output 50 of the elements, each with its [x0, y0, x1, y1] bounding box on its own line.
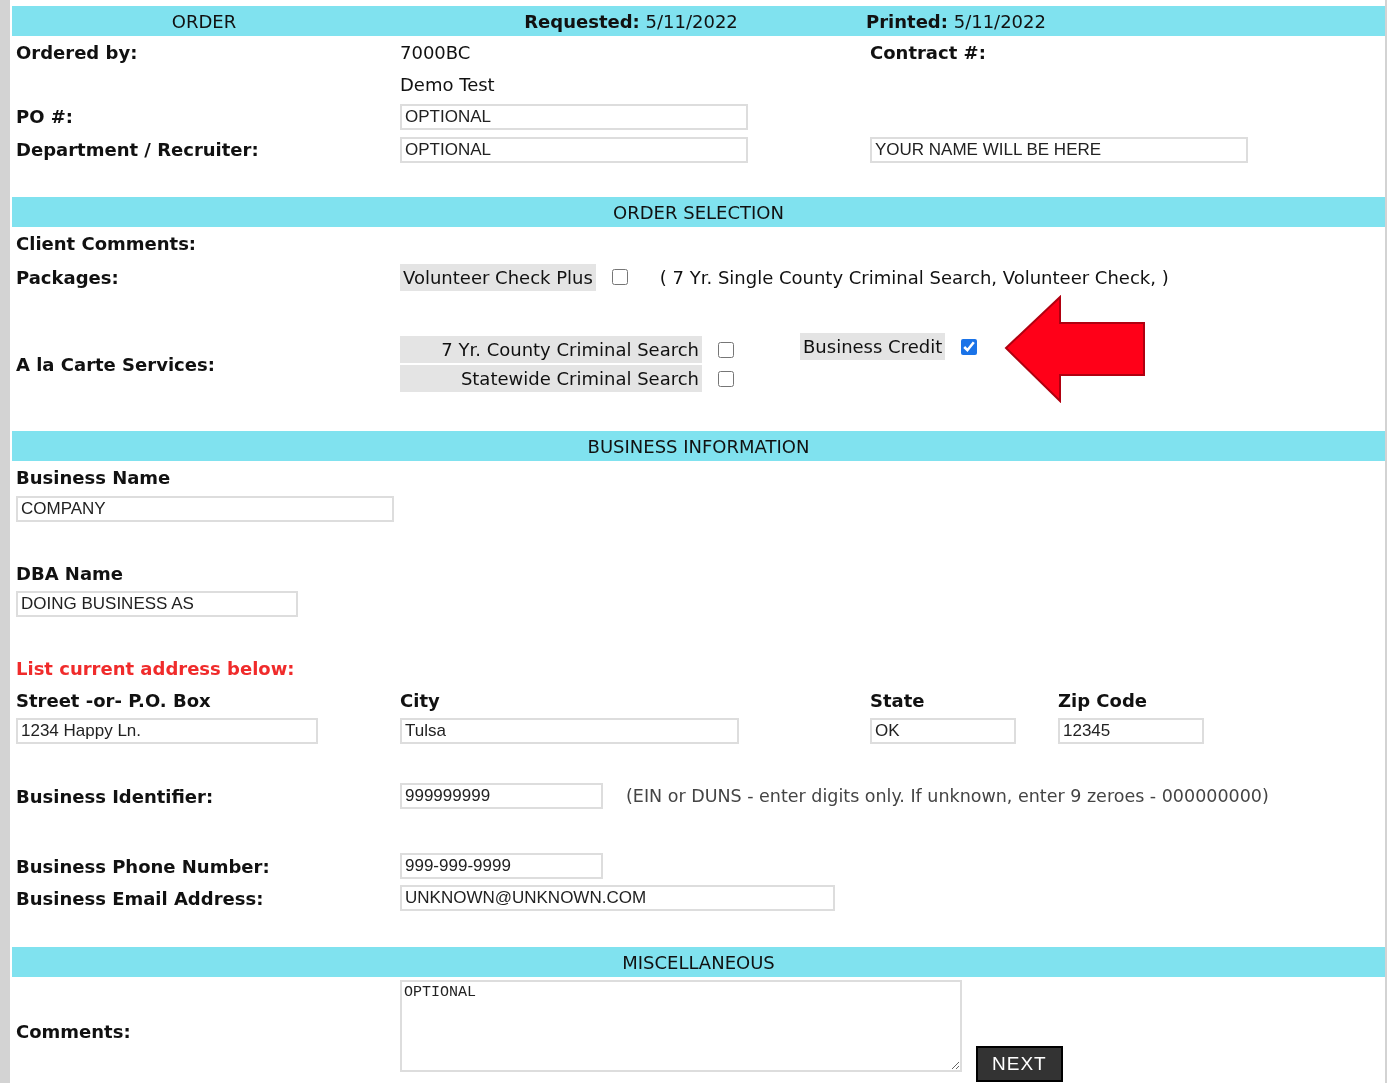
- field-label: State: [870, 689, 926, 711]
- street-field[interactable]: 1234 Happy Ln.: [16, 718, 318, 744]
- field-label: A la Carte Services:: [16, 353, 216, 375]
- service-label: Business Credit: [800, 333, 946, 360]
- city-field[interactable]: Tulsa: [400, 718, 739, 744]
- address-note: List current address below:: [16, 657, 296, 679]
- section-header: ORDER SELECTION: [12, 197, 1385, 227]
- field-label: DBA Name: [16, 562, 125, 584]
- package-contents: ( 7 Yr. Single County Criminal Search, Volunteer Check, ): [659, 266, 1169, 288]
- zip-field[interactable]: 12345: [1058, 718, 1204, 744]
- identifier-field[interactable]: 999999999: [400, 783, 603, 809]
- field-label: Zip Code: [1058, 689, 1149, 711]
- department-field[interactable]: OPTIONAL: [400, 136, 748, 163]
- field-label: Packages:: [16, 266, 120, 288]
- field-label: Comments:: [16, 1021, 132, 1042]
- requested-date: Requested: 5/11/2022: [523, 10, 739, 32]
- service-checkbox[interactable]: [718, 370, 734, 387]
- field-label: Business Identifier:: [16, 785, 215, 807]
- field-label: PO #:: [16, 106, 75, 127]
- section-header: MISCELLANEOUS: [12, 947, 1385, 977]
- dba-name-field[interactable]: DOING BUSINESS AS: [16, 591, 298, 617]
- phone-field[interactable]: 999-999-9999: [400, 853, 603, 879]
- package-label: Volunteer Check Plus: [400, 263, 596, 291]
- email-field[interactable]: UNKNOWN@UNKNOWN.COM: [400, 885, 835, 911]
- field-label: Business Name: [16, 467, 172, 488]
- field-label: City: [400, 689, 441, 711]
- state-field[interactable]: OK: [870, 718, 1016, 744]
- field-label: Street -or- P.O. Box: [16, 689, 212, 711]
- business-name-field[interactable]: COMPANY: [16, 496, 394, 522]
- po-field[interactable]: OPTIONAL: [400, 103, 748, 130]
- orderer-name: Demo Test: [400, 73, 496, 95]
- section-header: BUSINESS INFORMATION: [12, 431, 1385, 461]
- section-title: ORDER: [170, 10, 238, 32]
- field-label: Contract #:: [870, 41, 987, 63]
- field-label: Ordered by:: [16, 41, 139, 63]
- field-label: Client Comments:: [16, 232, 198, 254]
- field-label: Department / Recruiter:: [16, 139, 260, 160]
- recruiter-field[interactable]: YOUR NAME WILL BE HERE: [870, 136, 1248, 163]
- service-label: 7 Yr. County Criminal Search: [400, 336, 702, 363]
- service-checkbox[interactable]: [961, 338, 978, 355]
- printed-date: Printed: 5/11/2022: [866, 10, 1047, 32]
- account-code: 7000BC: [400, 41, 472, 63]
- service-label: Statewide Criminal Search: [400, 365, 702, 392]
- comments-field[interactable]: OPTIONAL: [400, 980, 962, 1072]
- field-label: Business Email Address:: [16, 887, 265, 909]
- field-label: Business Phone Number:: [16, 855, 271, 877]
- service-checkbox[interactable]: [718, 341, 734, 358]
- package-checkbox[interactable]: [611, 269, 628, 285]
- identifier-hint: (EIN or DUNS - enter digits only. If unknown, enter 9 zeroes - 000000000): [626, 786, 1269, 806]
- next-button[interactable]: NEXT: [976, 1046, 1063, 1082]
